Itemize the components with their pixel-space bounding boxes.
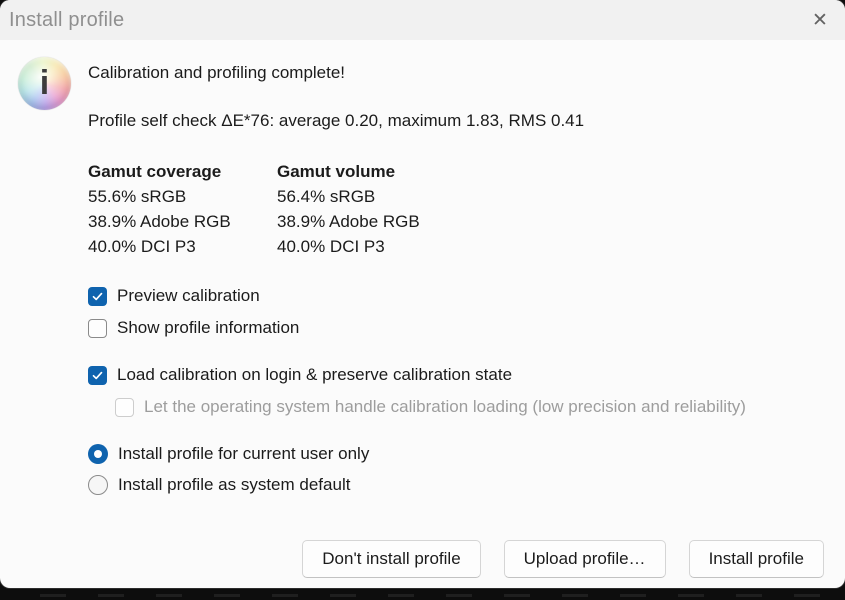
checkbox-label-os-handle-calibration: Let the operating system handle calibrat… xyxy=(144,397,746,417)
info-icon-glyph: i xyxy=(40,66,49,100)
radio-label-install-system-default[interactable]: Install profile as system default xyxy=(118,475,350,495)
gamut-coverage-column: Gamut coverage 55.6% sRGB 38.9% Adobe RG… xyxy=(88,159,277,259)
checkbox-os-handle-calibration xyxy=(115,398,134,417)
gamut-coverage-adobe-rgb: 38.9% Adobe RGB xyxy=(88,209,277,234)
background-window xyxy=(0,588,845,600)
self-check-summary: Profile self check ΔE*76: average 0.20, … xyxy=(88,111,584,131)
checkbox-show-profile-information[interactable] xyxy=(88,319,107,338)
checkmark-icon xyxy=(91,290,104,303)
gamut-coverage-dci-p3: 40.0% DCI P3 xyxy=(88,234,277,259)
close-icon[interactable]: ✕ xyxy=(795,0,845,40)
checkmark-icon xyxy=(91,369,104,382)
checkbox-label-preview-calibration[interactable]: Preview calibration xyxy=(117,286,260,306)
gamut-coverage-srgb: 55.6% sRGB xyxy=(88,184,277,209)
gamut-volume-adobe-rgb: 38.9% Adobe RGB xyxy=(277,209,466,234)
titlebar[interactable]: Install profile ✕ xyxy=(0,0,845,40)
dont-install-profile-button[interactable]: Don't install profile xyxy=(302,540,480,578)
radio-install-system-default[interactable] xyxy=(88,475,108,495)
checkbox-row-os-handle-calibration: Let the operating system handle calibrat… xyxy=(115,397,746,417)
gamut-volume-column: Gamut volume 56.4% sRGB 38.9% Adobe RGB … xyxy=(277,159,466,259)
radio-install-current-user[interactable] xyxy=(88,444,108,464)
radio-row-install-current-user[interactable]: Install profile for current user only xyxy=(88,444,369,464)
completion-message: Calibration and profiling complete! xyxy=(88,63,345,83)
install-profile-dialog: Install profile ✕ i Calibration and prof… xyxy=(0,0,845,588)
checkbox-label-load-calibration-on-login[interactable]: Load calibration on login & preserve cal… xyxy=(117,365,512,385)
radio-row-install-system-default[interactable]: Install profile as system default xyxy=(88,475,350,495)
dialog-button-row: Don't install profile Upload profile… In… xyxy=(302,540,824,578)
gamut-volume-srgb: 56.4% sRGB xyxy=(277,184,466,209)
checkbox-preview-calibration[interactable] xyxy=(88,287,107,306)
install-profile-button[interactable]: Install profile xyxy=(689,540,824,578)
upload-profile-button[interactable]: Upload profile… xyxy=(504,540,666,578)
checkbox-row-preview-calibration[interactable]: Preview calibration xyxy=(88,286,260,306)
gamut-volume-header: Gamut volume xyxy=(277,159,466,184)
radio-label-install-current-user[interactable]: Install profile for current user only xyxy=(118,444,369,464)
gamut-volume-dci-p3: 40.0% DCI P3 xyxy=(277,234,466,259)
info-icon: i xyxy=(18,57,71,110)
window-title: Install profile xyxy=(0,9,124,32)
gamut-table: Gamut coverage 55.6% sRGB 38.9% Adobe RG… xyxy=(88,159,466,259)
checkbox-load-calibration-on-login[interactable] xyxy=(88,366,107,385)
checkbox-row-show-profile-information[interactable]: Show profile information xyxy=(88,318,299,338)
checkbox-row-load-calibration-on-login[interactable]: Load calibration on login & preserve cal… xyxy=(88,365,512,385)
gamut-coverage-header: Gamut coverage xyxy=(88,159,277,184)
checkbox-label-show-profile-information[interactable]: Show profile information xyxy=(117,318,299,338)
